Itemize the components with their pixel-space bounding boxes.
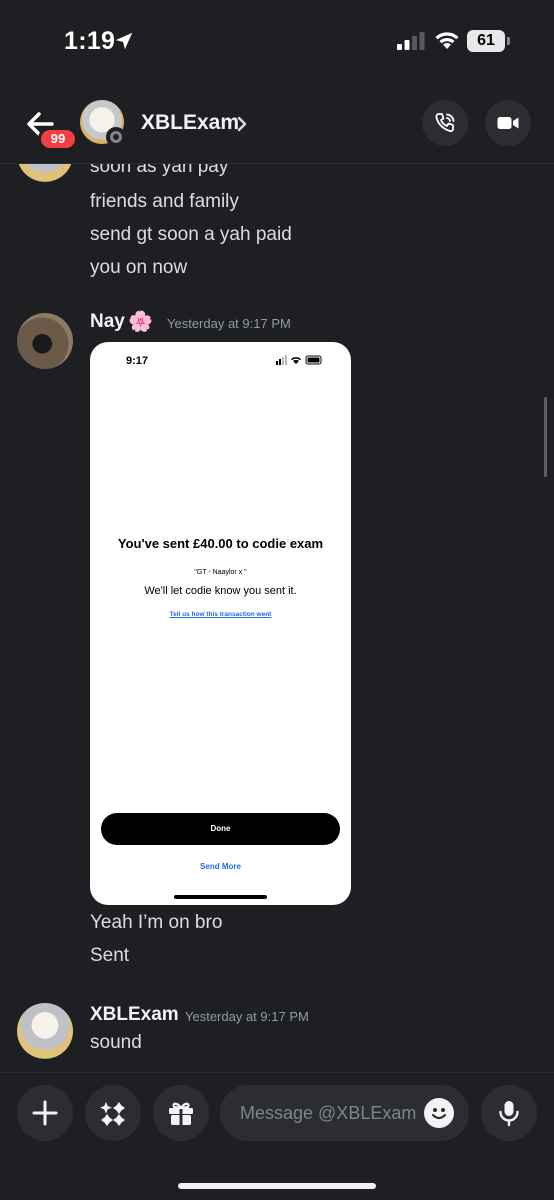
chevron-right-icon[interactable] xyxy=(235,115,249,133)
status-bar: 1:19 61 xyxy=(0,0,554,82)
video-call-button[interactable] xyxy=(485,100,531,146)
status-icons xyxy=(276,355,322,365)
message-text: you on now xyxy=(90,257,188,278)
wifi-icon xyxy=(435,32,459,49)
voice-message-button[interactable] xyxy=(481,1085,537,1141)
offline-status-icon xyxy=(106,127,126,147)
emoji-button[interactable] xyxy=(424,1098,454,1128)
gift-button[interactable] xyxy=(153,1085,209,1141)
avatar[interactable] xyxy=(17,1003,73,1059)
battery-icon: 61 xyxy=(467,30,511,52)
message-text: send gt soon a yah paid xyxy=(90,224,292,245)
message-list[interactable]: soon as yah pay friends and family send … xyxy=(0,164,554,1072)
attachment-link: Tell us how this transaction went xyxy=(169,611,272,618)
attachment-send-more: Send More xyxy=(200,862,241,871)
attachment-done-button: Done xyxy=(101,813,340,845)
add-attachment-button[interactable] xyxy=(17,1085,73,1141)
battery-level: 61 xyxy=(477,32,495,49)
sparkle-apps-icon xyxy=(100,1101,125,1126)
message-text: Sent xyxy=(90,945,130,966)
scrollbar[interactable] xyxy=(544,397,547,477)
cellular-signal-icon xyxy=(397,32,425,50)
attachment-time: 9:17 xyxy=(126,355,149,367)
unread-badge: 99 xyxy=(38,127,78,151)
dm-header: 99 XBLExam xyxy=(0,82,554,164)
message-text: friends and family xyxy=(90,191,239,212)
avatar[interactable] xyxy=(17,313,73,369)
phone-call-icon xyxy=(435,113,455,133)
voice-call-button[interactable] xyxy=(422,100,468,146)
status-time: 1:19 xyxy=(64,27,116,55)
attachment-subtitle: We'll let codie know you sent it. xyxy=(144,585,297,597)
plus-icon xyxy=(32,1100,58,1126)
message-text: soon as yah pay xyxy=(90,164,229,177)
location-arrow-icon xyxy=(115,32,133,50)
message-author[interactable]: XBLExam xyxy=(90,1004,179,1026)
avatar[interactable] xyxy=(17,164,73,182)
gift-icon xyxy=(169,1102,193,1125)
attachment-title: You've sent £40.00 to codie exam xyxy=(117,536,324,551)
attachment-note: "GT - Naaylor x " xyxy=(194,569,247,576)
message-input[interactable] xyxy=(240,1085,420,1141)
video-camera-icon xyxy=(497,117,519,129)
author-emoji: 🌸 xyxy=(128,311,153,333)
smiley-icon xyxy=(431,1108,447,1120)
attachment-home-indicator xyxy=(174,895,267,899)
message-author[interactable]: Nay xyxy=(90,311,125,333)
apps-button[interactable] xyxy=(85,1085,141,1141)
message-text: Yeah I’m on bro xyxy=(90,912,223,933)
message-text: sound xyxy=(90,1032,142,1053)
channel-name[interactable]: XBLExam xyxy=(141,111,239,135)
composer-bar xyxy=(0,1072,554,1200)
message-input-container[interactable] xyxy=(220,1085,469,1141)
microphone-icon xyxy=(499,1101,519,1127)
message-timestamp: Yesterday at 9:17 PM xyxy=(167,316,291,331)
message-timestamp: Yesterday at 9:17 PM xyxy=(185,1009,309,1024)
home-indicator xyxy=(178,1183,376,1189)
image-attachment[interactable]: 9:17 You've sent £40.00 to codie exam "G… xyxy=(90,342,351,905)
